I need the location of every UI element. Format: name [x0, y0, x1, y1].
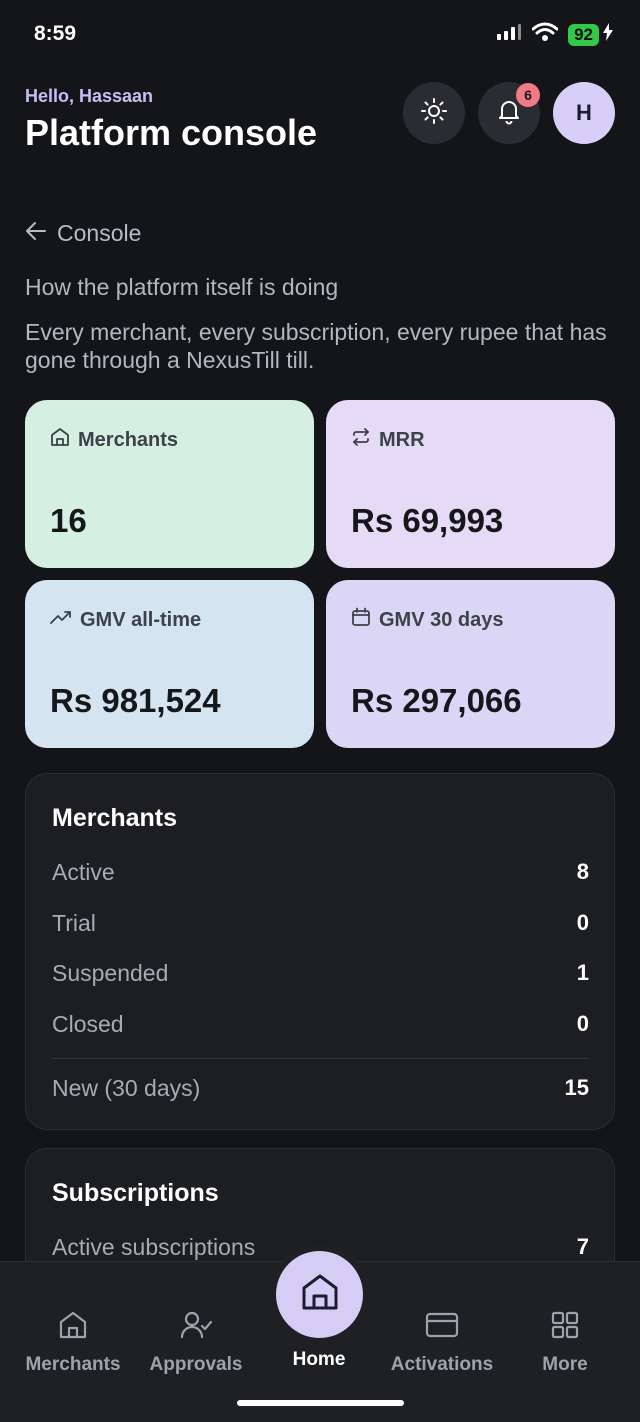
repeat-icon — [351, 427, 371, 453]
nav-item-home[interactable] — [276, 1251, 363, 1338]
card-icon — [425, 1310, 459, 1346]
stat-label: GMV 30 days — [379, 608, 504, 631]
page-title: Platform console — [25, 112, 318, 153]
back-link[interactable]: Console — [25, 220, 141, 247]
row-label: Trial — [52, 909, 96, 936]
row-label: Suspended — [52, 959, 169, 986]
signal-icon — [496, 23, 522, 46]
nav-label-home[interactable]: Home — [257, 1349, 381, 1371]
page-subtitle: How the platform itself is doing — [25, 274, 339, 300]
stat-label: Merchants — [78, 428, 179, 451]
stat-card-mrr[interactable]: MRR Rs 69,993 — [326, 400, 615, 568]
trending-up-icon — [50, 607, 72, 633]
stat-value: 16 — [50, 502, 87, 539]
page-description: Every merchant, every subscription, ever… — [25, 319, 607, 373]
row-value: 0 — [576, 910, 589, 935]
nav-label: More — [542, 1354, 588, 1375]
row-label: Active — [52, 858, 115, 885]
nav-label: Merchants — [25, 1354, 121, 1375]
user-check-icon — [180, 1310, 213, 1346]
battery-level: 92 — [568, 23, 599, 46]
stat-card-gmv-30-days[interactable]: GMV 30 days Rs 297,066 — [326, 580, 615, 748]
merchant-stat-row: Active 8 — [52, 857, 589, 887]
back-link-label: Console — [57, 220, 142, 246]
stat-card-merchants[interactable]: Merchants 16 — [25, 400, 314, 568]
row-label: Closed — [52, 1010, 124, 1037]
merchant-stat-row: Closed 0 — [52, 1009, 589, 1039]
nav-item-activations[interactable]: Activations — [380, 1310, 504, 1376]
home-indicator — [237, 1400, 404, 1406]
row-value: 8 — [576, 859, 589, 884]
merchant-stat-row: New (30 days) 15 — [52, 1073, 589, 1103]
nav-label: Activations — [390, 1354, 494, 1375]
greeting: Hello, Hassaan — [25, 86, 154, 106]
calendar-icon — [351, 607, 371, 633]
row-value: 7 — [576, 1234, 589, 1259]
grid-icon — [550, 1310, 580, 1346]
panel-title: Merchants — [52, 804, 178, 832]
theme-toggle-button[interactable] — [403, 82, 465, 144]
sun-icon — [420, 97, 448, 130]
charging-icon — [602, 23, 614, 46]
notification-badge: 6 — [516, 83, 540, 107]
nav-label: Approvals — [149, 1354, 243, 1375]
panel-title: Subscriptions — [52, 1179, 219, 1207]
battery-indicator: 92 — [568, 23, 614, 46]
divider — [52, 1058, 589, 1059]
status-time: 8:59 — [34, 22, 77, 45]
nav-item-merchants[interactable]: Merchants — [11, 1310, 135, 1376]
merchant-stat-row: Suspended 1 — [52, 958, 589, 988]
stat-value: Rs 69,993 — [351, 502, 504, 539]
home-icon — [300, 1272, 340, 1317]
stat-value: Rs 297,066 — [351, 682, 522, 719]
avatar[interactable]: H — [553, 82, 615, 144]
nav-item-more[interactable]: More — [503, 1310, 627, 1376]
row-label: New (30 days) — [52, 1074, 201, 1101]
status-icons: 92 — [496, 22, 614, 47]
store-icon — [50, 427, 70, 453]
row-value: 0 — [576, 1011, 589, 1036]
stat-value: Rs 981,524 — [50, 682, 221, 719]
row-value: 15 — [564, 1075, 589, 1100]
store-icon — [58, 1310, 88, 1346]
stat-label: GMV all-time — [80, 608, 202, 631]
stat-label: MRR — [379, 428, 425, 451]
merchants-panel: Merchants Active 8 Trial 0 Suspended 1 C… — [25, 773, 615, 1130]
arrow-left-icon — [25, 220, 47, 247]
wifi-icon — [531, 22, 559, 47]
nav-item-approvals[interactable]: Approvals — [134, 1310, 258, 1376]
merchant-stat-row: Trial 0 — [52, 908, 589, 938]
status-bar: 8:59 92 — [0, 0, 640, 70]
row-label: Active subscriptions — [52, 1233, 256, 1260]
row-value: 1 — [576, 960, 589, 985]
stat-card-gmv-all-time[interactable]: GMV all-time Rs 981,524 — [25, 580, 314, 748]
